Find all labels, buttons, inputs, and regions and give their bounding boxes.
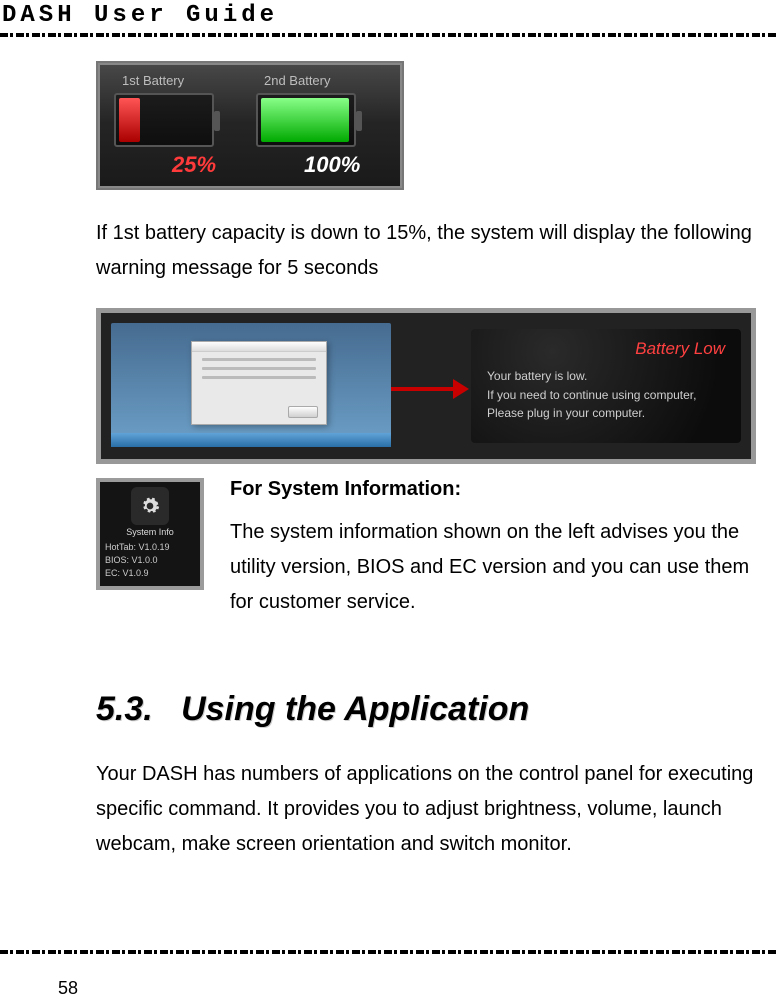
battery2-percent: 100% <box>304 152 360 178</box>
arrow-head-icon <box>453 379 469 399</box>
gear-icon <box>131 487 169 525</box>
dialog-text-line <box>202 376 316 379</box>
battery-low-popup: Battery Low Your battery is low. If you … <box>471 329 741 443</box>
popup-line: If you need to continue using computer, <box>487 386 725 405</box>
battery1-percent: 25% <box>172 152 216 178</box>
system-info-hottab: HotTab: V1.0.19 <box>105 541 195 554</box>
system-info-inner: System Info HotTab: V1.0.19 BIOS: V1.0.0… <box>100 482 200 586</box>
taskbar <box>111 433 391 447</box>
desktop-thumbnail <box>111 323 391 447</box>
system-info-ec: EC: V1.0.9 <box>105 567 195 580</box>
section-title: Using the Application <box>181 690 529 728</box>
paragraph-warning-description: If 1st battery capacity is down to 15%, … <box>96 216 777 286</box>
dialog-box <box>191 341 327 425</box>
battery2-icon <box>256 93 356 147</box>
figure-battery-inner: 1st Battery 2nd Battery 25% 100% <box>100 65 400 186</box>
system-info-bios: BIOS: V1.0.0 <box>105 554 195 567</box>
dialog-titlebar <box>192 342 326 352</box>
section-number: 5.3. <box>96 690 153 728</box>
battery1-icon <box>114 93 214 147</box>
header-divider <box>0 33 777 37</box>
arrow-icon <box>391 387 455 391</box>
paragraph-application-description: Your DASH has numbers of applications on… <box>96 757 777 862</box>
battery2-fill <box>261 98 349 142</box>
popup-line: Your battery is low. <box>487 367 725 386</box>
figure-battery-low-warning: Battery Low Your battery is low. If you … <box>96 308 756 464</box>
dialog-text-line <box>202 367 316 370</box>
page-footer: 58 <box>0 950 777 999</box>
system-info-heading: For System Information: <box>230 478 777 501</box>
battery2-label: 2nd Battery <box>264 73 331 88</box>
section-heading: 5.3. Using the Application <box>96 690 777 729</box>
page-header-title: DASH User Guide <box>0 0 777 33</box>
battery1-label: 1st Battery <box>122 73 184 88</box>
dialog-text-line <box>202 358 316 361</box>
footer-divider <box>0 950 777 954</box>
popup-line: Please plug in your computer. <box>487 404 725 423</box>
popup-title: Battery Low <box>487 339 725 359</box>
dialog-ok-button <box>288 406 318 418</box>
battery1-fill <box>119 98 140 142</box>
figure-battery-low-inner: Battery Low Your battery is low. If you … <box>101 313 751 459</box>
figure-battery-status: 1st Battery 2nd Battery 25% 100% <box>96 61 404 190</box>
page-number: 58 <box>0 978 777 999</box>
figure-system-info-icon: System Info HotTab: V1.0.19 BIOS: V1.0.0… <box>96 478 204 590</box>
system-info-description: The system information shown on the left… <box>230 515 777 620</box>
system-info-label: System Info <box>105 527 195 537</box>
